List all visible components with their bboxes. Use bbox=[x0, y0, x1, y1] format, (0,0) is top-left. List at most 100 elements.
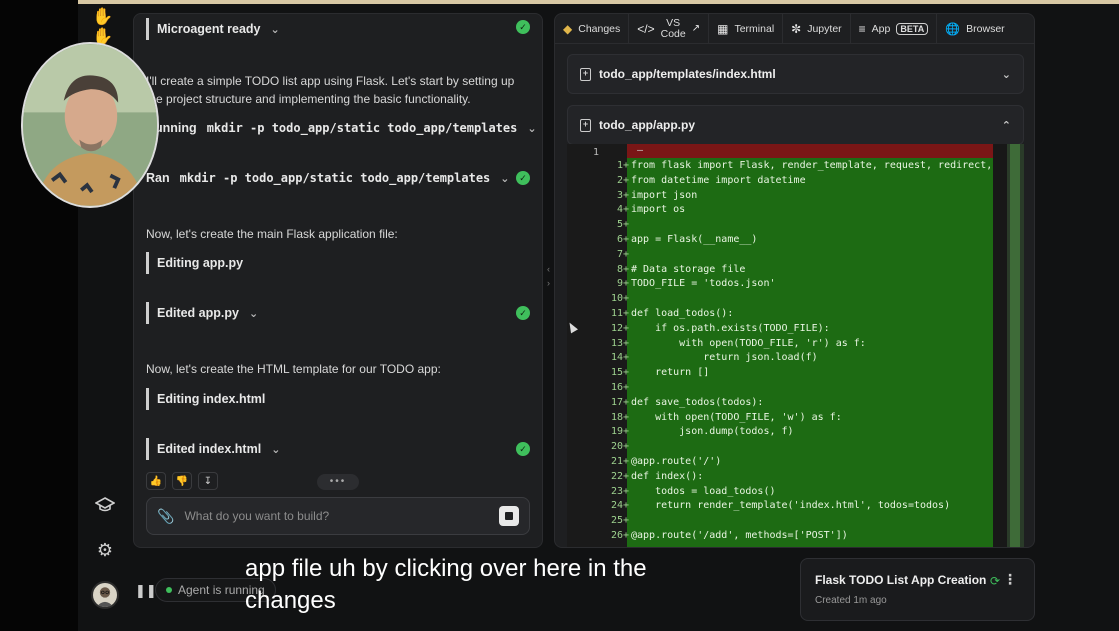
line-number: 17+ bbox=[610, 396, 629, 408]
tab-jupyter[interactable]: ✼ Jupyter bbox=[783, 14, 851, 44]
editing-app-block[interactable]: Editing app.py bbox=[146, 252, 243, 274]
edited-app-block[interactable]: Edited app.py ⌄ bbox=[146, 302, 258, 324]
thumbs-down-icon[interactable]: 👎 bbox=[172, 472, 192, 490]
globe-icon: 🌐 bbox=[945, 21, 961, 36]
diff-viewer: 1 — 1+ from flask import Flask, render_te… bbox=[567, 144, 1024, 547]
tab-app-label: App bbox=[871, 22, 891, 35]
code-line: return json.load(f) bbox=[631, 352, 818, 364]
chat-panel: Microagent ready ⌄ ✓ I'll create a simpl… bbox=[133, 13, 543, 548]
tab-terminal-label: Terminal bbox=[734, 22, 775, 35]
more-indicator[interactable]: ••• bbox=[317, 474, 359, 490]
line-number: 18+ bbox=[610, 411, 629, 423]
git-diff-icon: ◆ bbox=[563, 21, 573, 36]
code-line: return render_template('index.html', tod… bbox=[631, 500, 951, 512]
file-header-index[interactable]: + todo_app/templates/index.html ⌄ bbox=[567, 54, 1024, 94]
line-number: 16+ bbox=[610, 382, 629, 393]
editing-index-block[interactable]: Editing index.html bbox=[146, 388, 265, 410]
file-header-app[interactable]: + todo_app/app.py ⌃ bbox=[567, 105, 1024, 145]
chevron-down-icon: ⌄ bbox=[1001, 68, 1011, 81]
conversation-card[interactable]: Flask TODO List App Creation Created 1m … bbox=[800, 558, 1035, 621]
chevron-down-icon: ⌄ bbox=[527, 122, 537, 135]
chevron-down-icon: ⌄ bbox=[271, 443, 281, 456]
menu-icon: ≡ bbox=[858, 21, 866, 36]
code-line: def save_todos(todos): bbox=[631, 396, 764, 408]
paperclip-icon[interactable]: 📎 bbox=[157, 508, 174, 525]
tab-jupyter-label: Jupyter bbox=[807, 22, 842, 35]
intro-text: I'll create a simple TODO list app using… bbox=[146, 74, 515, 106]
edited-index-label: Edited index.html bbox=[157, 442, 262, 456]
line-number: 11+ bbox=[610, 308, 629, 319]
ran-label: Ran bbox=[146, 171, 170, 185]
line-number: 14+ bbox=[610, 352, 629, 364]
line-number: 21+ bbox=[610, 456, 629, 467]
code-line: with open(TODO_FILE, 'w') as f: bbox=[631, 411, 842, 423]
download-icon[interactable]: ↧ bbox=[198, 472, 218, 490]
code-line: # Data storage file bbox=[631, 263, 746, 275]
line-number: 4+ bbox=[616, 204, 629, 216]
thumbs-up-icon[interactable]: 👍 bbox=[146, 472, 166, 490]
check-icon: ✓ bbox=[516, 171, 530, 185]
command-text: mkdir -p todo_app/static todo_app/templa… bbox=[179, 171, 491, 185]
code-line: app = Flask(__name__) bbox=[631, 234, 758, 245]
editing-index-label: Editing index.html bbox=[157, 392, 266, 406]
tab-terminal[interactable]: ▦ Terminal bbox=[709, 14, 784, 44]
command-running-block[interactable]: Running mkdir -p todo_app/static todo_ap… bbox=[146, 117, 537, 139]
kebab-menu-icon[interactable]: ⋮ bbox=[1003, 571, 1017, 588]
file-plus-icon: + bbox=[580, 118, 591, 132]
spinner-icon: ⟳ bbox=[989, 574, 1000, 588]
html-template-text: Now, let's create the HTML template for … bbox=[146, 362, 441, 376]
chevron-up-icon: ⌃ bbox=[1001, 119, 1011, 132]
file-plus-icon: + bbox=[580, 67, 591, 81]
line-number: 3+ bbox=[616, 189, 629, 201]
chat-input-box: 📎 bbox=[146, 497, 530, 535]
code-line: with open(TODO_FILE, 'r') as f: bbox=[631, 337, 866, 349]
video-caption: app file uh by clicking over here in the… bbox=[245, 553, 775, 617]
tab-app[interactable]: ≡ App BETA bbox=[851, 14, 938, 44]
file-name-index: todo_app/templates/index.html bbox=[599, 67, 776, 81]
tab-vscode-label: VS Code bbox=[661, 17, 686, 40]
line-number: 9+ bbox=[616, 278, 629, 290]
edited-app-label: Edited app.py bbox=[157, 306, 239, 320]
hands-icon[interactable]: ✋✋ bbox=[92, 7, 118, 46]
stop-icon bbox=[505, 512, 513, 520]
line-number: 1+ bbox=[616, 160, 629, 171]
code-line: from datetime import datetime bbox=[631, 174, 806, 186]
tab-changes-label: Changes bbox=[578, 22, 621, 35]
panel-collapse-toggle[interactable]: ‹ › bbox=[544, 262, 553, 290]
chevron-down-icon: ⌄ bbox=[270, 23, 280, 36]
diff-scrollbar[interactable] bbox=[1007, 144, 1024, 547]
check-icon: ✓ bbox=[516, 20, 530, 34]
check-icon: ✓ bbox=[516, 442, 530, 456]
code-line: import json bbox=[631, 189, 698, 201]
tab-browser[interactable]: 🌐 Browser bbox=[937, 14, 1012, 44]
user-avatar[interactable] bbox=[91, 581, 119, 609]
tab-vscode[interactable]: </> VS Code ↗ bbox=[629, 14, 710, 44]
code-line: @app.route('/add', methods=['POST']) bbox=[631, 530, 848, 541]
diff-scrollbar-thumb[interactable] bbox=[1010, 144, 1020, 547]
microagent-block[interactable]: Microagent ready ⌄ bbox=[146, 18, 280, 40]
line-number: 6+ bbox=[616, 234, 629, 245]
caption-line-1: app file uh by clicking over here in the bbox=[245, 555, 647, 582]
jupyter-icon: ✼ bbox=[791, 21, 802, 36]
tab-changes[interactable]: ◆ Changes bbox=[555, 14, 630, 44]
chat-input[interactable] bbox=[184, 509, 489, 523]
code-line: def index(): bbox=[631, 470, 704, 482]
gear-icon[interactable]: ⚙ bbox=[92, 537, 118, 563]
code-line: import os bbox=[631, 204, 686, 216]
edited-index-block[interactable]: Edited index.html ⌄ bbox=[146, 438, 280, 460]
code-line: from flask import Flask, render_template… bbox=[631, 160, 993, 171]
pause-icon[interactable]: ❚❚ bbox=[135, 583, 157, 599]
code-line: todos = load_todos() bbox=[631, 485, 776, 497]
command-ran-block[interactable]: Ran mkdir -p todo_app/static todo_app/te… bbox=[146, 167, 510, 189]
tab-browser-label: Browser bbox=[966, 22, 1005, 35]
workspace-tabs: ◆ Changes </> VS Code ↗ ▦ Terminal ✼ Jupy… bbox=[555, 14, 1034, 44]
chevron-down-icon: ⌄ bbox=[248, 307, 259, 320]
chevron-down-icon: ⌄ bbox=[500, 172, 510, 185]
code-icon: </> bbox=[637, 21, 655, 36]
conversation-time: Created 1m ago bbox=[815, 595, 887, 606]
line-number: 19+ bbox=[610, 426, 629, 438]
line-number: 10+ bbox=[610, 293, 629, 305]
graduation-cap-icon[interactable] bbox=[92, 492, 118, 518]
stop-button[interactable] bbox=[499, 506, 519, 526]
removed-line-strip bbox=[627, 144, 993, 158]
